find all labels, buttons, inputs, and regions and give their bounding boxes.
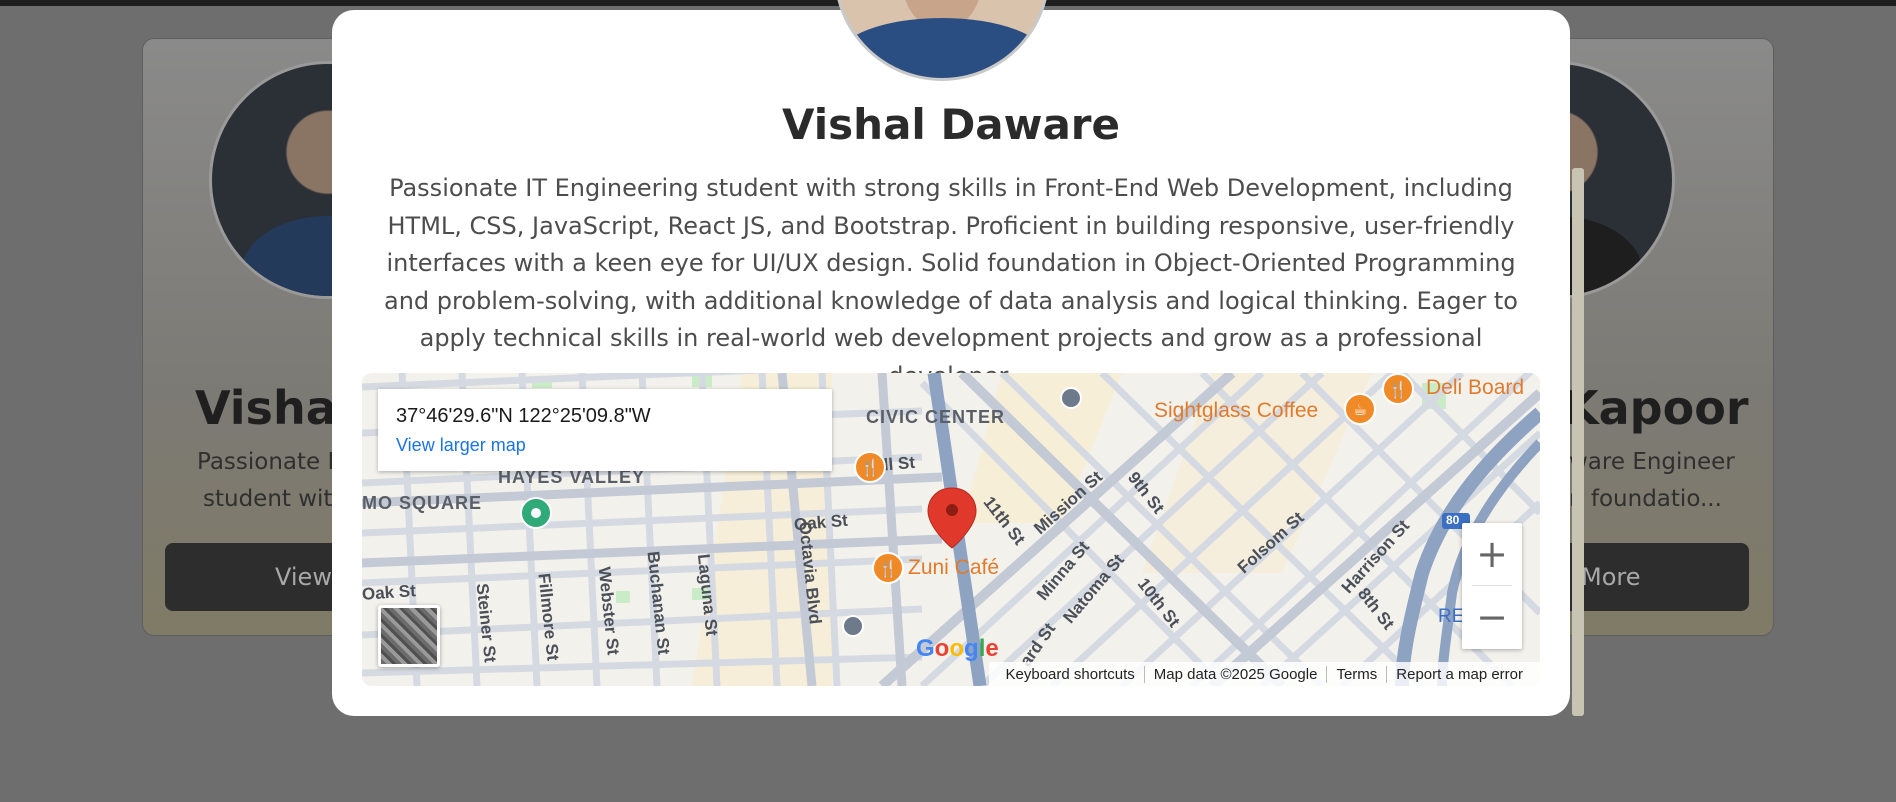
google-logo: Google [916, 635, 999, 662]
report-map-error-link[interactable]: Report a map error [1386, 665, 1532, 683]
zoom-controls: + − [1462, 523, 1522, 649]
view-larger-map-link[interactable]: View larger map [396, 435, 526, 456]
avatar [834, 0, 1050, 81]
street-label: Oak St [362, 581, 417, 604]
profile-bio: Passionate IT Engineering student with s… [384, 174, 1518, 390]
fork-knife-icon[interactable]: 🍴 [854, 451, 886, 483]
card-name: Kapoor [1563, 381, 1749, 435]
transit-icon[interactable] [1060, 387, 1082, 409]
card-bio-line: Passionate IT [197, 449, 349, 475]
map-attribution: Keyboard shortcuts Map data ©2025 Google… [988, 662, 1540, 686]
street-label: RE [1438, 606, 1465, 627]
satellite-view-toggle[interactable] [378, 605, 440, 667]
embedded-map[interactable]: CIVIC CENTER HAYES VALLEY MO SQUARE Fell… [362, 373, 1540, 686]
highway-shield: 80 [1446, 513, 1460, 527]
fork-knife-icon[interactable]: 🍴 [1382, 373, 1414, 405]
zoom-in-button[interactable]: + [1462, 523, 1522, 585]
area-label: MO SQUARE [362, 493, 483, 513]
map-coordinates: 37°46'29.6"N 122°25'09.8"W [396, 405, 651, 427]
coffee-cup-icon[interactable]: ☕ [1344, 393, 1376, 425]
poi-label[interactable]: Deli Board [1426, 376, 1524, 400]
card-bio-line: ware Engineer [1569, 449, 1735, 475]
profile-modal: Vishal Daware Passionate IT Engineering … [332, 0, 1570, 716]
poi-label[interactable]: Sightglass Coffee [1154, 399, 1318, 423]
map-data-text: Map data ©2025 Google [1143, 665, 1327, 683]
park-icon[interactable] [520, 497, 552, 529]
terms-link[interactable]: Terms [1326, 665, 1386, 683]
poi-label[interactable]: Zuni Café [908, 556, 999, 580]
keyboard-shortcuts-link[interactable]: Keyboard shortcuts [997, 666, 1144, 683]
transit-icon[interactable] [842, 615, 864, 637]
map-info-box: 37°46'29.6"N 122°25'09.8"W View larger m… [378, 389, 832, 471]
modal-scrollbar[interactable] [1572, 168, 1584, 716]
area-label: CIVIC CENTER [866, 407, 1006, 427]
zoom-out-button[interactable]: − [1462, 586, 1522, 648]
profile-name: Vishal Daware [782, 100, 1120, 149]
card-bio-line: n foundatio... [1569, 486, 1722, 512]
card-bio-line: student with [203, 486, 348, 512]
fork-knife-icon[interactable]: 🍴 [872, 552, 904, 584]
